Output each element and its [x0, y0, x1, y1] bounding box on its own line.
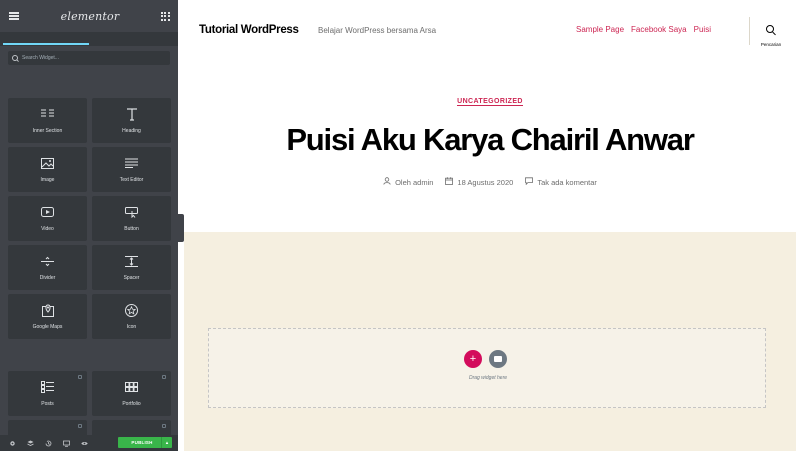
add-section-button[interactable]: +	[464, 350, 482, 368]
spacer-icon	[125, 254, 139, 268]
add-template-button[interactable]	[489, 350, 507, 368]
widget-label: Inner Section	[32, 128, 63, 134]
site-header: Tutorial WordPress Belajar WordPress ber…	[184, 0, 796, 60]
widget-label: Image	[40, 177, 55, 183]
widget-drop-zone[interactable]: + Drag widget here	[208, 328, 766, 408]
category-link[interactable]: UNCATEGORIZED	[457, 98, 523, 106]
widget-heading[interactable]: Heading	[92, 98, 171, 143]
star-icon	[125, 303, 139, 317]
map-icon	[41, 303, 55, 317]
post-content-area: + Drag widget here	[184, 232, 796, 451]
widget-label: Posts	[41, 401, 54, 407]
lock-icon	[162, 424, 166, 428]
post-meta: Oleh admin 18 Agustus 2020 Tak ada komen…	[184, 177, 796, 187]
panel-header: elementor	[0, 0, 178, 32]
calendar-icon	[445, 177, 454, 187]
widget-video[interactable]: Video	[8, 196, 87, 241]
nav-divider	[749, 17, 750, 45]
lock-icon	[78, 424, 82, 428]
comments-link[interactable]: Tak ada komentar	[537, 178, 597, 187]
widget-icon[interactable]: Icon	[92, 294, 171, 339]
widget-search-input[interactable]	[22, 55, 162, 61]
preview-eye-icon[interactable]	[81, 440, 88, 447]
widget-label: Text Editor	[119, 177, 144, 183]
site-title[interactable]: Tutorial WordPress	[199, 24, 299, 36]
folder-icon	[494, 356, 502, 362]
entry-header: UNCATEGORIZED Puisi Aku Karya Chairil An…	[184, 60, 796, 232]
basic-widgets-grid: Inner Section Heading Image Text Editor	[8, 98, 171, 339]
menu-icon[interactable]	[9, 12, 19, 20]
user-icon	[383, 177, 391, 187]
widget-google-maps[interactable]: Google Maps	[8, 294, 87, 339]
publish-button[interactable]: PUBLISH	[118, 437, 166, 448]
primary-nav: Sample Page Facebook Saya Puisi	[576, 25, 718, 34]
post-date: 18 Agustus 2020	[445, 177, 513, 187]
widget-label: Icon	[126, 324, 137, 330]
divider-icon	[41, 254, 55, 268]
panel-collapse-toggle[interactable]	[172, 214, 184, 242]
widget-label: Heading	[122, 128, 141, 134]
lock-icon	[78, 375, 82, 379]
video-icon	[41, 205, 55, 219]
image-icon	[41, 156, 55, 170]
post-title: Puisi Aku Karya Chairil Anwar	[286, 122, 695, 157]
widget-portfolio[interactable]: Portfolio	[92, 371, 171, 416]
widget-label: Divider	[39, 275, 56, 281]
post-comments: Tak ada komentar	[525, 177, 597, 187]
search-icon	[12, 54, 19, 62]
widgets-grid-icon[interactable]	[160, 11, 170, 21]
widget-posts[interactable]: Posts	[8, 371, 87, 416]
widget-label: Google Maps	[32, 324, 63, 330]
search-toggle[interactable]: Pencarian	[756, 22, 786, 47]
author-link[interactable]: Oleh admin	[395, 178, 433, 187]
search-icon	[766, 25, 776, 35]
widget-text-editor[interactable]: Text Editor	[92, 147, 171, 192]
lock-icon	[162, 375, 166, 379]
widget-label: Video	[41, 226, 54, 232]
post-category: UNCATEGORIZED	[184, 98, 796, 106]
settings-icon[interactable]	[9, 440, 16, 447]
nav-item-sample-page[interactable]: Sample Page	[576, 25, 624, 34]
pro-widgets-grid: Posts Portfolio	[8, 371, 171, 440]
widget-divider[interactable]: Divider	[8, 245, 87, 290]
site-preview: Tutorial WordPress Belajar WordPress ber…	[184, 0, 796, 451]
posts-icon	[41, 380, 55, 394]
widget-label: Portfolio	[122, 401, 141, 407]
nav-item-puisi[interactable]: Puisi	[694, 25, 711, 34]
widget-inner-section[interactable]: Inner Section	[8, 98, 87, 143]
date-link[interactable]: 18 Agustus 2020	[457, 178, 513, 187]
inner-section-icon	[41, 107, 55, 121]
comment-icon	[525, 177, 534, 187]
responsive-icon[interactable]	[63, 440, 70, 447]
active-tab-indicator	[3, 43, 89, 45]
portfolio-icon	[125, 380, 139, 394]
widget-search	[8, 51, 170, 65]
widget-button[interactable]: Button	[92, 196, 171, 241]
nav-item-facebook[interactable]: Facebook Saya	[631, 25, 687, 34]
site-tagline: Belajar WordPress bersama Arsa	[318, 26, 437, 35]
search-toggle-label: Pencarian	[760, 42, 782, 47]
widget-label: Spacer	[123, 275, 140, 281]
publish-options-button[interactable]: ▴	[161, 437, 172, 448]
post-author: Oleh admin	[383, 177, 433, 187]
widget-label: Button	[124, 226, 139, 232]
heading-icon	[125, 107, 139, 121]
text-editor-icon	[125, 156, 139, 170]
navigator-icon[interactable]	[27, 440, 34, 447]
elementor-panel: elementor Inner Section	[0, 0, 178, 451]
history-icon[interactable]	[45, 440, 52, 447]
tab-global[interactable]	[89, 32, 178, 46]
button-icon	[125, 205, 139, 219]
widget-image[interactable]: Image	[8, 147, 87, 192]
elementor-logo: elementor	[60, 9, 120, 23]
drop-zone-hint: Drag widget here	[468, 375, 508, 381]
widget-spacer[interactable]: Spacer	[92, 245, 171, 290]
